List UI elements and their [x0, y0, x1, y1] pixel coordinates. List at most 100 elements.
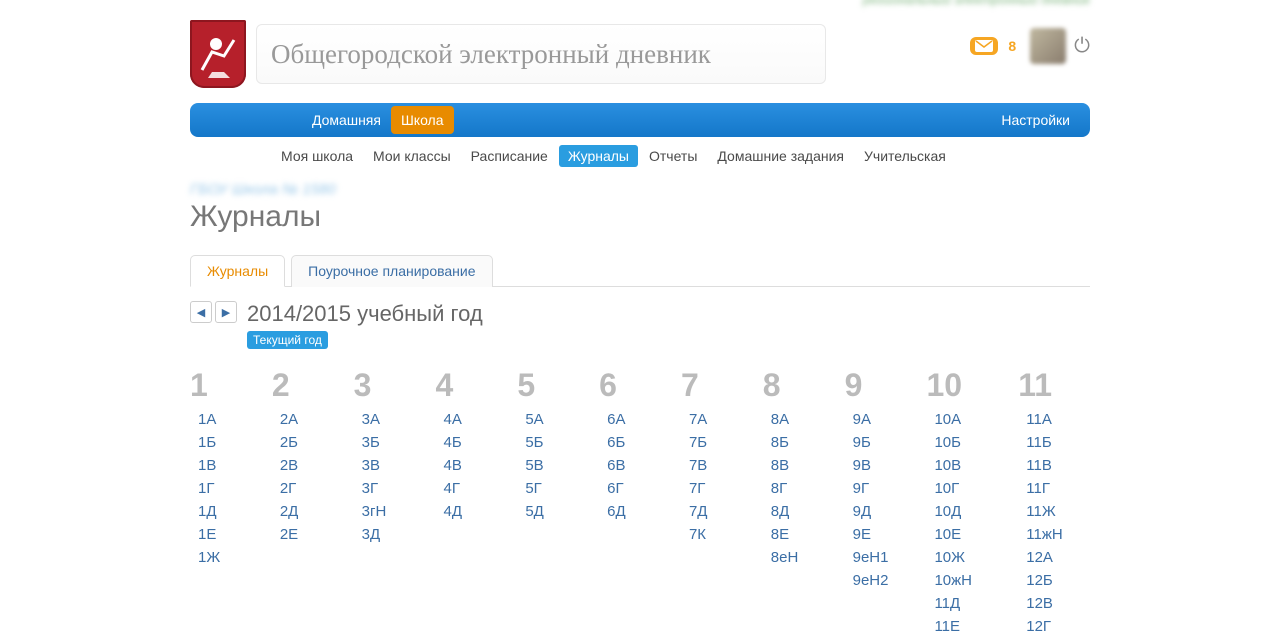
class-link[interactable]: 7Д: [681, 500, 743, 523]
grade-number: 4: [435, 367, 497, 404]
class-link[interactable]: 5В: [517, 454, 579, 477]
class-link[interactable]: 9В: [845, 454, 907, 477]
subnav-item-2[interactable]: Расписание: [462, 145, 557, 167]
class-link[interactable]: 9Б: [845, 431, 907, 454]
subnav-item-5[interactable]: Домашние задания: [708, 145, 853, 167]
class-link[interactable]: 6А: [599, 408, 661, 431]
class-link[interactable]: 3Г: [354, 477, 416, 500]
site-title-box: Общегородской электронный дневник: [256, 24, 826, 84]
class-link[interactable]: 1А: [190, 408, 252, 431]
class-link[interactable]: 8Е: [763, 523, 825, 546]
class-link[interactable]: 5Д: [517, 500, 579, 523]
class-link[interactable]: 2Е: [272, 523, 334, 546]
class-link[interactable]: 12Г: [1018, 615, 1090, 638]
class-link[interactable]: 8Д: [763, 500, 825, 523]
class-link[interactable]: 7А: [681, 408, 743, 431]
class-link[interactable]: 10Г: [926, 477, 998, 500]
class-link[interactable]: 11Б: [1018, 431, 1090, 454]
class-link[interactable]: 2Г: [272, 477, 334, 500]
class-link[interactable]: 9Е: [845, 523, 907, 546]
subnav-item-6[interactable]: Учительская: [855, 145, 955, 167]
year-next-button[interactable]: ▶: [215, 301, 237, 323]
class-link[interactable]: 7Б: [681, 431, 743, 454]
class-link[interactable]: 11Е: [926, 615, 998, 638]
class-link[interactable]: 11жН: [1018, 523, 1090, 546]
class-link[interactable]: 9Г: [845, 477, 907, 500]
class-link[interactable]: 2Б: [272, 431, 334, 454]
class-link[interactable]: 3В: [354, 454, 416, 477]
class-link[interactable]: 8А: [763, 408, 825, 431]
class-link[interactable]: 11Ж: [1018, 500, 1090, 523]
year-prev-button[interactable]: ◀: [190, 301, 212, 323]
class-link[interactable]: 10жН: [926, 569, 998, 592]
class-link[interactable]: 2В: [272, 454, 334, 477]
grade-column-6: 66А6Б6В6Г6Д: [599, 367, 661, 638]
class-link[interactable]: 4Б: [435, 431, 497, 454]
site-title: Общегородской электронный дневник: [271, 39, 711, 70]
class-link[interactable]: 3А: [354, 408, 416, 431]
class-link[interactable]: 1Г: [190, 477, 252, 500]
class-link[interactable]: 8В: [763, 454, 825, 477]
nav-item-1[interactable]: Школа: [391, 106, 454, 134]
grade-number: 9: [845, 367, 907, 404]
class-link[interactable]: 9Д: [845, 500, 907, 523]
power-icon[interactable]: ⏻: [1074, 35, 1090, 58]
class-link[interactable]: 1Е: [190, 523, 252, 546]
avatar[interactable]: [1030, 28, 1066, 64]
subnav-item-4[interactable]: Отчеты: [640, 145, 706, 167]
class-link[interactable]: 12В: [1018, 592, 1090, 615]
class-link[interactable]: 10Ж: [926, 546, 998, 569]
class-link[interactable]: 6Д: [599, 500, 661, 523]
class-link[interactable]: 7Г: [681, 477, 743, 500]
class-link[interactable]: 3Д: [354, 523, 416, 546]
class-link[interactable]: 1Д: [190, 500, 252, 523]
class-link[interactable]: 1Б: [190, 431, 252, 454]
class-link[interactable]: 11Г: [1018, 477, 1090, 500]
class-link[interactable]: 11А: [1018, 408, 1090, 431]
subnav-item-0[interactable]: Моя школа: [272, 145, 362, 167]
class-link[interactable]: 4А: [435, 408, 497, 431]
class-link[interactable]: 10Д: [926, 500, 998, 523]
class-link[interactable]: 9А: [845, 408, 907, 431]
nav-settings[interactable]: Настройки: [991, 106, 1080, 134]
class-link[interactable]: 3Б: [354, 431, 416, 454]
class-link[interactable]: 7В: [681, 454, 743, 477]
class-link[interactable]: 5Г: [517, 477, 579, 500]
tab-1[interactable]: Поурочное планирование: [291, 255, 492, 287]
subnav-item-3[interactable]: Журналы: [559, 145, 638, 167]
class-link[interactable]: 2А: [272, 408, 334, 431]
class-link[interactable]: 11Д: [926, 592, 998, 615]
nav-item-0[interactable]: Домашняя: [302, 106, 391, 134]
class-link[interactable]: 10В: [926, 454, 998, 477]
class-link[interactable]: 9еН1: [845, 546, 907, 569]
grade-column-8: 88А8Б8В8Г8Д8Е8еН: [763, 367, 825, 638]
class-link[interactable]: 6В: [599, 454, 661, 477]
class-link[interactable]: 8Г: [763, 477, 825, 500]
class-link[interactable]: 8еН: [763, 546, 825, 569]
tab-0[interactable]: Журналы: [190, 255, 285, 287]
class-link[interactable]: 6Г: [599, 477, 661, 500]
class-link[interactable]: 5А: [517, 408, 579, 431]
subnav-item-1[interactable]: Мои классы: [364, 145, 460, 167]
class-link[interactable]: 10Б: [926, 431, 998, 454]
class-link[interactable]: 10А: [926, 408, 998, 431]
class-link[interactable]: 5Б: [517, 431, 579, 454]
class-link[interactable]: 6Б: [599, 431, 661, 454]
class-link[interactable]: 8Б: [763, 431, 825, 454]
class-link[interactable]: 4Д: [435, 500, 497, 523]
class-link[interactable]: 7К: [681, 523, 743, 546]
class-link[interactable]: 1Ж: [190, 546, 252, 569]
class-link[interactable]: 1В: [190, 454, 252, 477]
class-link[interactable]: 2Д: [272, 500, 334, 523]
grade-column-1: 11А1Б1В1Г1Д1Е1Ж: [190, 367, 252, 638]
mail-badge[interactable]: [970, 37, 998, 55]
class-link[interactable]: 4В: [435, 454, 497, 477]
class-link[interactable]: 4Г: [435, 477, 497, 500]
class-link[interactable]: 9еН2: [845, 569, 907, 592]
class-link[interactable]: 3гН: [354, 500, 416, 523]
class-link[interactable]: 12А: [1018, 546, 1090, 569]
class-link[interactable]: 11В: [1018, 454, 1090, 477]
class-link[interactable]: 10Е: [926, 523, 998, 546]
class-link[interactable]: 12Б: [1018, 569, 1090, 592]
grade-column-9: 9 9А9Б9В9Г9Д9Е9еН19еН2: [845, 367, 907, 638]
